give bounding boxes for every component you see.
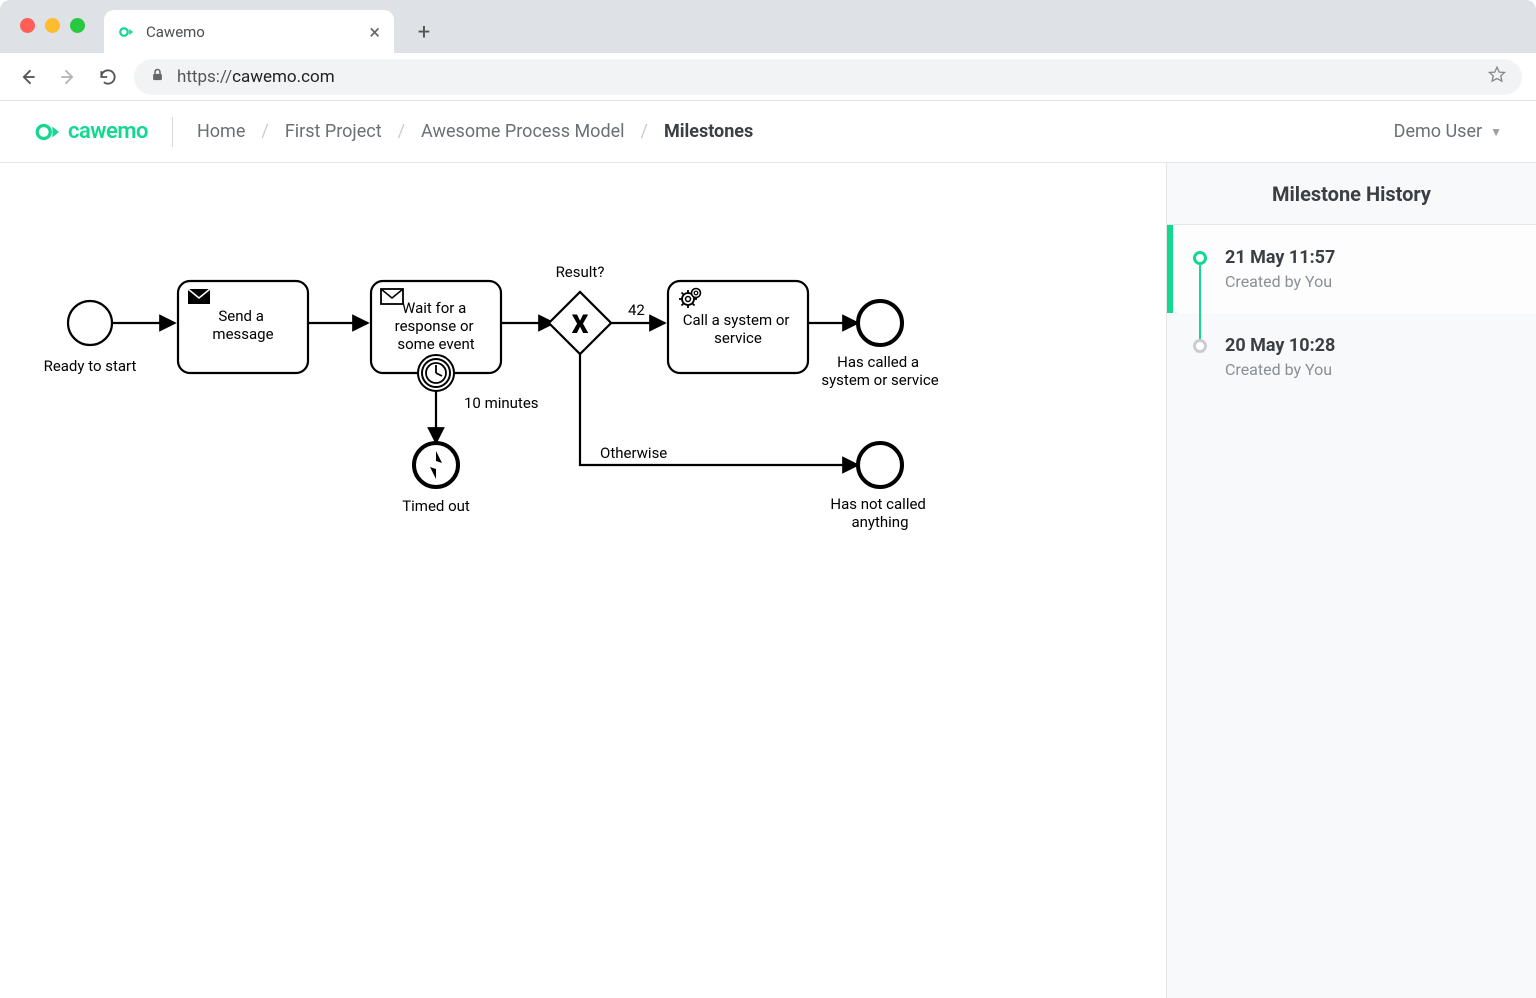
timed-out-label: Timed out	[402, 497, 470, 515]
bookmark-star-icon[interactable]	[1488, 65, 1506, 88]
breadcrumb: Home / First Project / Awesome Process M…	[197, 121, 753, 142]
gateway-result[interactable]: X Result?	[549, 263, 611, 354]
svg-text:Wait for a response: Wait for a response or some event	[395, 299, 478, 353]
start-label: Ready to start	[44, 357, 137, 375]
milestone-title: 20 May 10:28	[1225, 335, 1512, 356]
milestone-history-panel: Milestone History 21 May 11:57 Created b…	[1166, 163, 1536, 998]
end-event-not-called[interactable]: Has not called anything	[830, 443, 929, 531]
url-text: https://cawemo.com	[177, 67, 335, 87]
flow-otherwise-label: Otherwise	[600, 444, 667, 462]
end-event-called[interactable]: Has called a system or service	[821, 301, 938, 389]
crumb-home[interactable]: Home	[197, 121, 245, 142]
task-wait-response[interactable]: Wait for a response or some event	[371, 281, 501, 391]
browser-toolbar: https://cawemo.com	[0, 53, 1536, 101]
crumb-current: Milestones	[664, 121, 753, 142]
reload-button[interactable]	[94, 63, 122, 91]
milestone-list: 21 May 11:57 Created by You 20 May 10:28…	[1167, 225, 1536, 998]
url-domain: cawemo.com	[232, 67, 335, 87]
browser-tab[interactable]: Cawemo ×	[104, 10, 394, 53]
user-name: Demo User	[1394, 121, 1482, 142]
milestone-item[interactable]: 21 May 11:57 Created by You	[1167, 225, 1536, 313]
svg-text:Send a message: Send a message	[212, 307, 273, 343]
start-event[interactable]: Ready to start	[44, 301, 137, 375]
svg-text:Has called a system: Has called a system or service	[821, 353, 938, 389]
panel-title: Milestone History	[1167, 163, 1536, 225]
address-bar[interactable]: https://cawemo.com	[134, 59, 1522, 95]
timer-label: 10 minutes	[464, 394, 539, 412]
window-close-button[interactable]	[20, 18, 35, 33]
task-send-message[interactable]: Send a message	[178, 281, 308, 373]
app-header: cawemo Home / First Project / Awesome Pr…	[0, 101, 1536, 163]
svg-text:X: X	[572, 310, 589, 340]
tab-favicon-icon	[118, 23, 136, 41]
flow-42-label: 42	[628, 301, 645, 319]
diagram-canvas[interactable]: Ready to start Send a message	[0, 163, 1166, 998]
milestone-title: 21 May 11:57	[1225, 247, 1512, 268]
main-layout: Ready to start Send a message	[0, 163, 1536, 998]
crumb-sep: /	[641, 121, 648, 142]
gateway-label: Result?	[556, 263, 605, 281]
crumb-model[interactable]: Awesome Process Model	[421, 121, 624, 142]
window-minimize-button[interactable]	[45, 18, 60, 33]
milestone-marker-icon	[1193, 339, 1207, 353]
browser-tab-strip: Cawemo × +	[0, 0, 1536, 53]
timer-boundary-event[interactable]	[418, 355, 454, 391]
window-maximize-button[interactable]	[70, 18, 85, 33]
send-message-icon	[188, 289, 210, 304]
crumb-sep: /	[261, 121, 268, 142]
lock-icon	[150, 67, 165, 86]
milestone-subtitle: Created by You	[1225, 360, 1512, 379]
tab-title: Cawemo	[146, 23, 359, 41]
new-tab-button[interactable]: +	[410, 18, 438, 46]
back-button[interactable]	[14, 63, 42, 91]
task-call-system[interactable]: Call a system or service	[668, 281, 808, 373]
url-scheme: https://	[177, 67, 232, 87]
logo[interactable]: cawemo	[34, 119, 148, 145]
milestone-marker-icon	[1193, 251, 1207, 265]
header-divider	[172, 117, 173, 147]
chevron-down-icon: ▼	[1490, 125, 1502, 139]
crumb-sep: /	[398, 121, 405, 142]
tab-close-icon[interactable]: ×	[369, 22, 380, 42]
user-menu[interactable]: Demo User ▼	[1394, 121, 1502, 142]
forward-button[interactable]	[54, 63, 82, 91]
milestone-subtitle: Created by You	[1225, 272, 1512, 291]
milestone-item[interactable]: 20 May 10:28 Created by You	[1167, 313, 1536, 401]
end-event-timed-out[interactable]: Timed out	[402, 443, 470, 515]
crumb-project[interactable]: First Project	[285, 121, 382, 142]
svg-text:Has not called anyth: Has not called anything	[830, 495, 929, 531]
window-traffic-lights	[20, 18, 85, 33]
receive-message-icon	[381, 289, 403, 304]
logo-text: cawemo	[68, 119, 148, 144]
